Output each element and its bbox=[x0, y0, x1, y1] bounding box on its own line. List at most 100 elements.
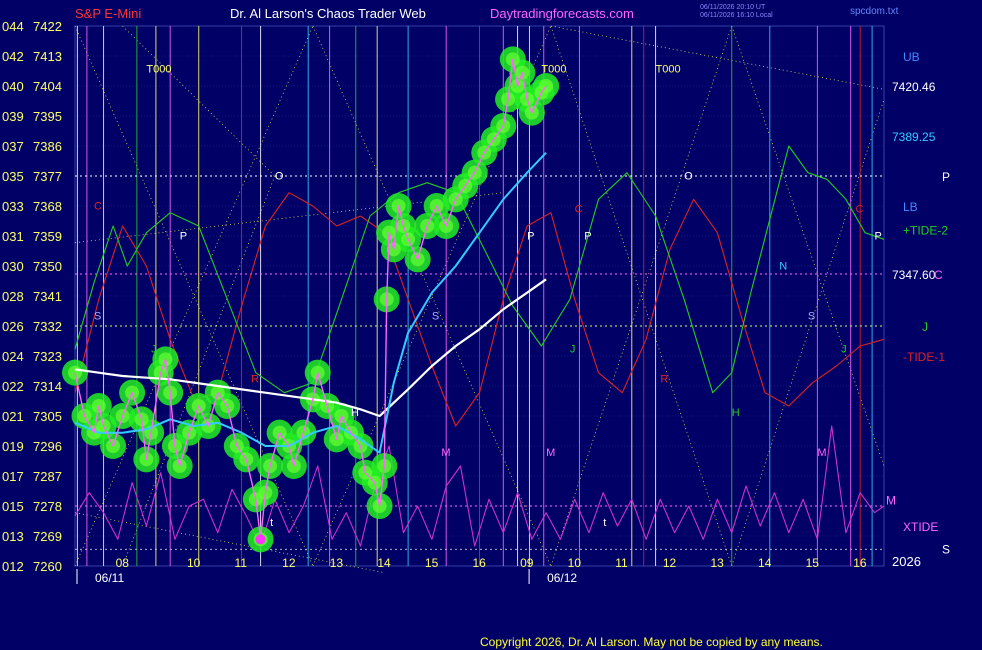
annotation-label: C bbox=[855, 204, 863, 216]
site-url[interactable]: Daytradingforecasts.com bbox=[490, 6, 634, 21]
annotation-label: S bbox=[808, 310, 815, 322]
x-tick-label: 13 bbox=[710, 556, 724, 570]
annotation-label: t bbox=[270, 517, 273, 529]
x-tick-label: 14 bbox=[377, 556, 391, 570]
annotation-label: S bbox=[432, 310, 439, 322]
x-tick-label: 15 bbox=[425, 556, 439, 570]
annotation-label: M bbox=[441, 447, 450, 459]
site-title: Dr. Al Larson's Chaos Trader Web bbox=[230, 6, 426, 21]
x-tick-label: 08 bbox=[116, 556, 130, 570]
y-tick-left: 022 bbox=[2, 379, 24, 394]
y-tick-left: 019 bbox=[2, 439, 24, 454]
annotation-label: T000 bbox=[146, 64, 171, 76]
x-tick-label: 10 bbox=[187, 556, 201, 570]
annotation-label: R bbox=[251, 374, 259, 386]
price-low-marker bbox=[255, 534, 266, 545]
timestamp-local: 06/11/2026 16:10 Local bbox=[700, 12, 773, 19]
right-label: 7389.25 bbox=[892, 130, 936, 144]
right-label: 7347.60 bbox=[892, 268, 936, 282]
y-tick-right: 7287 bbox=[33, 469, 62, 484]
annotation-label: H bbox=[732, 407, 740, 419]
y-tick-left: 028 bbox=[2, 289, 24, 304]
y-tick-left: 017 bbox=[2, 469, 24, 484]
y-tick-right: 7386 bbox=[33, 139, 62, 154]
y-tick-right: 7422 bbox=[33, 19, 62, 34]
x-tick-label: 12 bbox=[282, 556, 296, 570]
timestamp-utc: 06/11/2026 20:10 UT bbox=[700, 4, 766, 11]
x-tick-label: 16 bbox=[473, 556, 487, 570]
y-tick-left: 031 bbox=[2, 229, 24, 244]
right-label: LB bbox=[903, 200, 918, 214]
price-glow-core bbox=[539, 79, 554, 93]
annotation-label: C bbox=[575, 204, 583, 216]
y-tick-right: 7350 bbox=[33, 259, 62, 274]
y-tick-right: 7413 bbox=[33, 49, 62, 64]
instrument-title: S&P E-Mini bbox=[75, 6, 141, 21]
y-tick-right: 7368 bbox=[33, 199, 62, 214]
x-tick-label: 09 bbox=[520, 556, 534, 570]
chaos-chart: T000 T000 T000 O O P P P P C C C N S S S J J J H H R R M M Mt t 04… bbox=[0, 0, 982, 650]
annotation-label: R bbox=[660, 374, 668, 386]
right-label: C bbox=[934, 268, 943, 282]
annotation-label: M bbox=[546, 447, 555, 459]
y-tick-right: 7305 bbox=[33, 409, 62, 424]
y-tick-right: 7323 bbox=[33, 349, 62, 364]
y-tick-left: 033 bbox=[2, 199, 24, 214]
annotation-label: J bbox=[151, 344, 157, 356]
annotation-label: S bbox=[94, 310, 101, 322]
annotation-label: M bbox=[817, 447, 826, 459]
right-label: P bbox=[942, 170, 950, 184]
copyright-notice: Copyright 2026, Dr. Al Larson. May not b… bbox=[480, 635, 823, 649]
right-label: -TIDE-1 bbox=[903, 350, 945, 364]
y-tick-left: 030 bbox=[2, 259, 24, 274]
right-label: J bbox=[922, 320, 928, 334]
annotation-label: t bbox=[603, 517, 606, 529]
annotation-label: J bbox=[841, 344, 847, 356]
y-tick-right: 7296 bbox=[33, 439, 62, 454]
annotation-label: C bbox=[94, 200, 102, 212]
x-tick-label: 13 bbox=[330, 556, 344, 570]
y-tick-left: 013 bbox=[2, 529, 24, 544]
y-tick-right: 7377 bbox=[33, 169, 62, 184]
right-label: S bbox=[942, 542, 950, 556]
y-tick-right: 7359 bbox=[33, 229, 62, 244]
annotation-label: N bbox=[779, 260, 787, 272]
annotation-label: O bbox=[684, 170, 693, 182]
right-label: XTIDE bbox=[903, 520, 938, 534]
y-tick-right: 7341 bbox=[33, 289, 62, 304]
y-tick-left: 035 bbox=[2, 169, 24, 184]
annotation-label: J bbox=[570, 344, 576, 356]
x-tick-label: 15 bbox=[806, 556, 820, 570]
annotation-label: O bbox=[275, 170, 284, 182]
x-tick-label: 12 bbox=[663, 556, 677, 570]
annotation-label: P bbox=[584, 230, 591, 242]
right-label: UB bbox=[903, 50, 920, 64]
x-tick-label: 14 bbox=[758, 556, 772, 570]
price-glow-core bbox=[68, 365, 82, 380]
y-tick-left: 037 bbox=[2, 139, 24, 154]
y-tick-right: 7332 bbox=[33, 319, 62, 334]
x-tick-label: 10 bbox=[568, 556, 582, 570]
annotation-label: P bbox=[180, 230, 187, 242]
annotation-label: P bbox=[527, 230, 534, 242]
y-tick-right: 7269 bbox=[33, 529, 62, 544]
x-tick-label: 11 bbox=[235, 556, 248, 570]
y-tick-right: 7278 bbox=[33, 499, 62, 514]
right-label: M bbox=[886, 493, 896, 507]
y-tick-left: 026 bbox=[2, 319, 24, 334]
right-label: +TIDE-2 bbox=[903, 223, 948, 237]
annotation-label: T000 bbox=[541, 64, 566, 76]
y-tick-left: 021 bbox=[2, 409, 24, 424]
date-label: 06/12 bbox=[547, 571, 577, 585]
y-tick-right: 7404 bbox=[33, 79, 62, 94]
chart-background bbox=[0, 0, 982, 650]
annotation-label: T000 bbox=[656, 64, 681, 76]
y-tick-left: 012 bbox=[2, 559, 24, 574]
right-label: 7420.46 bbox=[892, 80, 936, 94]
y-tick-right: 7395 bbox=[33, 109, 62, 124]
y-tick-left: 024 bbox=[2, 349, 24, 364]
y-tick-left: 044 bbox=[2, 19, 24, 34]
y-tick-left: 042 bbox=[2, 49, 24, 64]
annotation-label: H bbox=[351, 407, 359, 419]
year-label: 2026 bbox=[892, 554, 921, 569]
